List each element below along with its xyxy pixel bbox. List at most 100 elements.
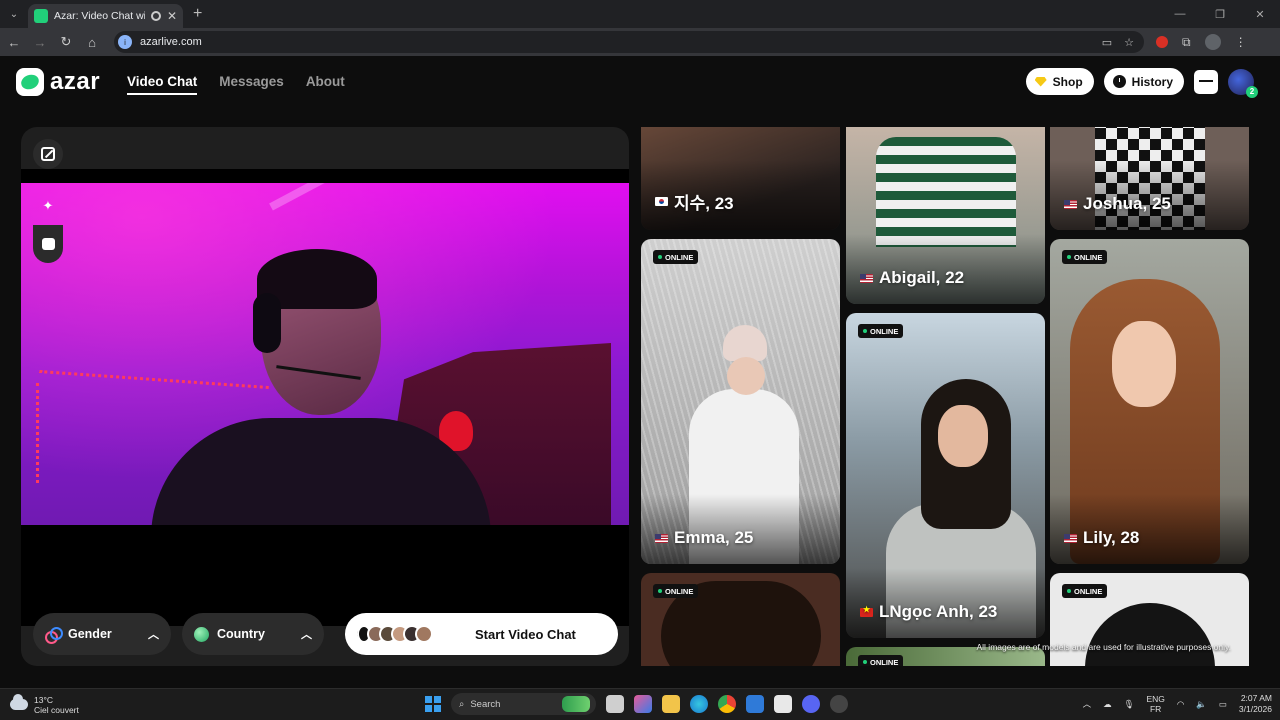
profile-card: ONLINE: [641, 573, 840, 666]
avatar-badge: 2: [1246, 85, 1258, 98]
window-close-button[interactable]: ✕: [1240, 0, 1280, 28]
window-controls: — ❐ ✕: [1160, 0, 1280, 28]
user-avatar[interactable]: 2: [1228, 68, 1258, 98]
reload-button[interactable]: ↻: [54, 30, 78, 54]
address-bar[interactable]: i azarlive.com ▭ ☆: [114, 31, 1144, 53]
bookmark-star-icon[interactable]: ☆: [1124, 36, 1134, 49]
battery-icon[interactable]: ▭: [1219, 699, 1227, 710]
face-sticker-icon[interactable]: [33, 225, 63, 263]
nav-messages[interactable]: Messages: [219, 74, 284, 95]
volume-icon[interactable]: 🔈: [1196, 699, 1207, 710]
back-button[interactable]: ←: [2, 30, 26, 54]
us-flag-icon: [655, 533, 668, 543]
model-gallery: 지수, 23 Abigail, 22 Joshua, 25 ONLINE Emm…: [641, 127, 1249, 666]
azar-logo[interactable]: azar: [16, 68, 100, 96]
temperature: 13°C: [34, 694, 53, 705]
history-button[interactable]: History: [1103, 68, 1184, 95]
us-flag-icon: [1064, 199, 1077, 209]
app-icon[interactable]: [830, 695, 848, 713]
gender-filter-button[interactable]: Gender ︿: [33, 613, 171, 655]
extension-red-icon[interactable]: [1156, 36, 1168, 48]
tab-close-icon[interactable]: ✕: [167, 9, 177, 23]
profile-card: Abigail, 22: [846, 127, 1045, 304]
online-badge: ONLINE: [1062, 250, 1108, 264]
user-faces-stack: [355, 625, 433, 643]
history-label: History: [1131, 74, 1173, 89]
new-tab-button[interactable]: +: [193, 5, 202, 23]
azar-page: azar Video Chat Messages About Shop Hist…: [0, 56, 1280, 686]
onedrive-icon[interactable]: ☁: [1103, 699, 1112, 710]
extensions-puzzle-icon[interactable]: ⧉: [1182, 35, 1191, 50]
video-chat-panel: ✦ Gender ︿ Country ︿ Start Video Chat: [21, 127, 629, 666]
browser-menu-icon[interactable]: ⋮: [1235, 35, 1247, 49]
store-icon[interactable]: [774, 695, 792, 713]
clock-icon: [1112, 75, 1126, 88]
profile-name: Emma, 25: [674, 528, 754, 547]
search-icon: ⌕: [459, 698, 465, 710]
vietnam-flag-icon: [860, 605, 873, 617]
start-video-chat-button[interactable]: Start Video Chat: [345, 613, 618, 655]
shop-label: Shop: [1052, 74, 1083, 89]
cast-icon[interactable]: ▭: [1102, 36, 1112, 49]
gender-label: Gender: [68, 627, 112, 641]
mail-icon[interactable]: [746, 695, 764, 713]
system-tray: ︿ ☁ 🎙 ENG FR ◠ 🔈 ▭ 2:07 AM 3/1/2026: [1083, 693, 1272, 715]
profile-name: Lily, 28: [1083, 528, 1140, 547]
windows-start-icon[interactable]: [425, 696, 441, 712]
magic-wand-icon[interactable]: ✦: [33, 191, 63, 221]
profile-card: ONLINE Lily, 28: [1050, 239, 1249, 564]
chevron-up-icon: ︿: [301, 629, 312, 641]
country-filter-button[interactable]: Country ︿: [182, 613, 324, 655]
self-camera-preview: [21, 183, 629, 525]
country-label: Country: [217, 627, 265, 641]
url-text: azarlive.com: [140, 36, 202, 48]
widgets-icon[interactable]: [634, 695, 652, 713]
online-badge: ONLINE: [653, 584, 699, 598]
recording-indicator-icon: [150, 11, 161, 21]
edge-icon[interactable]: [690, 695, 708, 713]
discord-icon[interactable]: [802, 695, 820, 713]
weather-condition: Ciel couvert: [34, 704, 79, 715]
tab-title: Azar: Video Chat with New: [54, 10, 145, 22]
nav-about[interactable]: About: [306, 74, 345, 95]
globe-icon: [194, 626, 209, 642]
search-highlight-art: [562, 696, 590, 712]
profile-card: ONLINE LNgọc Anh, 23: [846, 313, 1045, 638]
browser-profile-icon[interactable]: [1204, 34, 1221, 50]
profile-card: ONLINE Emma, 25: [641, 239, 840, 564]
weather-widget[interactable]: 13°C Ciel couvert: [10, 694, 79, 715]
tab-search-chevron-icon[interactable]: ⌄: [0, 0, 28, 28]
browser-tab[interactable]: Azar: Video Chat with New ✕: [28, 4, 183, 28]
profile-card: 지수, 23: [641, 127, 840, 230]
chrome-icon[interactable]: [718, 695, 736, 713]
shop-button[interactable]: Shop: [1025, 68, 1094, 95]
windows-taskbar: 13°C Ciel couvert ⌕ Search ︿ ☁ 🎙 ENG FR ◠…: [0, 688, 1280, 720]
task-view-icon[interactable]: [606, 695, 624, 713]
wifi-icon[interactable]: ◠: [1177, 699, 1184, 710]
azar-logo-icon: [16, 68, 44, 96]
expand-icon[interactable]: [33, 139, 63, 169]
minimize-button[interactable]: —: [1160, 0, 1200, 28]
main-nav: Video Chat Messages About: [127, 74, 345, 95]
file-explorer-icon[interactable]: [662, 695, 680, 713]
language-indicator[interactable]: ENG FR: [1146, 694, 1164, 714]
taskbar-search[interactable]: ⌕ Search: [451, 693, 596, 715]
home-button[interactable]: ⌂: [80, 30, 104, 54]
nav-video-chat[interactable]: Video Chat: [127, 74, 198, 95]
browser-tab-bar: ⌄ Azar: Video Chat with New ✕ + — ❐ ✕: [0, 0, 1280, 28]
inbox-box-icon[interactable]: [1194, 69, 1218, 94]
gem-icon: [1034, 76, 1047, 87]
maximize-button[interactable]: ❐: [1200, 0, 1240, 28]
disclaimer-text: All images are of models and are used fo…: [976, 642, 1232, 652]
cloud-icon: [10, 694, 28, 710]
forward-button[interactable]: →: [28, 30, 52, 54]
profile-card: ONLINE: [1050, 573, 1249, 666]
online-badge: ONLINE: [1062, 584, 1108, 598]
profile-name: Abigail, 22: [879, 268, 965, 287]
tray-overflow-icon[interactable]: ︿: [1083, 698, 1092, 710]
site-info-icon[interactable]: i: [118, 35, 132, 49]
chevron-up-icon: ︿: [148, 629, 159, 641]
microphone-icon[interactable]: 🎙: [1124, 699, 1135, 710]
us-flag-icon: [860, 273, 873, 283]
clock[interactable]: 2:07 AM 3/1/2026: [1239, 693, 1272, 715]
